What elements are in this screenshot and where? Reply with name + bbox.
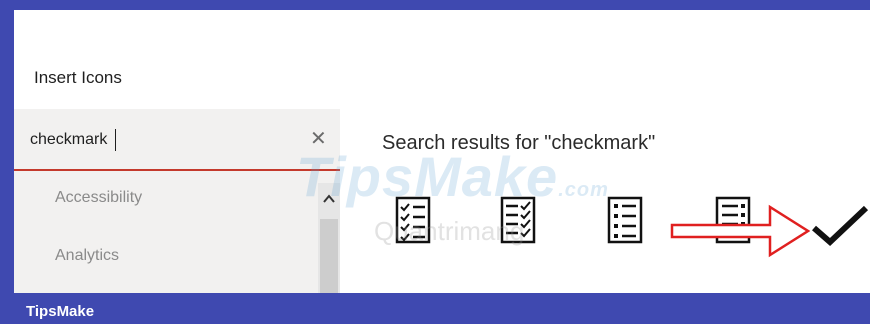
sidebar: checkmark ✕ Accessibility Analytics — [14, 109, 340, 293]
insert-icons-dialog: Insert Icons checkmark ✕ Accessibility A… — [14, 10, 870, 293]
watermark-secondary: Quantrimang — [374, 216, 525, 246]
footer-brand: TipsMake — [26, 303, 95, 320]
scrollbar-thumb[interactable] — [320, 219, 338, 293]
watermark-text: TipsMake.com — [296, 145, 609, 208]
search-value: checkmark — [30, 131, 108, 148]
dialog-title: Insert Icons — [34, 68, 122, 87]
red-arrow-icon — [670, 204, 810, 258]
category-accessibility[interactable]: Accessibility — [55, 189, 142, 207]
category-analytics[interactable]: Analytics — [55, 247, 119, 265]
bulleted-list-icon[interactable] — [606, 193, 644, 249]
text-caret — [115, 129, 116, 151]
window-frame: Insert Icons checkmark ✕ Accessibility A… — [0, 0, 870, 324]
search-input[interactable]: checkmark ✕ — [14, 109, 340, 171]
checkmark-icon[interactable] — [810, 198, 870, 254]
